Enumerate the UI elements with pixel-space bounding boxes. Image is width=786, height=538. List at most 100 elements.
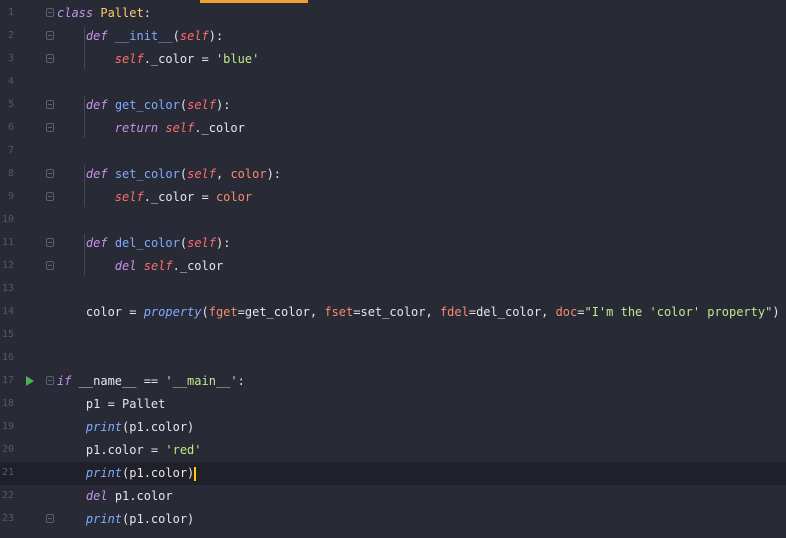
fold-marker-icon[interactable] bbox=[46, 238, 54, 247]
line-number[interactable]: 18 bbox=[0, 398, 14, 409]
code-token: ( bbox=[179, 236, 188, 250]
code-text[interactable]: def __init__(self): bbox=[57, 28, 223, 45]
code-token: (p1.color) bbox=[122, 466, 195, 480]
line-number[interactable]: 23 bbox=[0, 513, 14, 524]
code-line[interactable]: 16 bbox=[0, 347, 786, 370]
code-text[interactable]: return self._color bbox=[57, 120, 245, 137]
line-number[interactable]: 7 bbox=[0, 145, 14, 156]
code-line[interactable]: 2 def __init__(self): bbox=[0, 25, 786, 48]
line-number[interactable]: 5 bbox=[0, 99, 14, 110]
line-number[interactable]: 9 bbox=[0, 191, 14, 202]
code-line[interactable]: 11 def del_color(self): bbox=[0, 232, 786, 255]
code-text[interactable]: color = property(fget=get_color, fset=se… bbox=[57, 304, 780, 321]
fold-marker-icon[interactable] bbox=[46, 514, 54, 523]
code-text[interactable]: print(p1.color) bbox=[57, 465, 197, 482]
code-token: fdel bbox=[439, 305, 469, 319]
code-token: property bbox=[143, 305, 202, 319]
code-line[interactable]: 4 bbox=[0, 71, 786, 94]
line-number[interactable]: 11 bbox=[0, 237, 14, 248]
code-editor[interactable]: 1 class Pallet: 2 def __init__(self): 3 sel… bbox=[0, 0, 786, 538]
line-number[interactable]: 16 bbox=[0, 352, 14, 363]
line-number[interactable]: 19 bbox=[0, 421, 14, 432]
code-token: self bbox=[187, 167, 216, 181]
code-text[interactable]: self._color = color bbox=[57, 189, 252, 206]
code-line[interactable]: 10 bbox=[0, 209, 786, 232]
code-line[interactable]: 15 bbox=[0, 324, 786, 347]
code-text[interactable]: print(p1.color) bbox=[57, 419, 194, 436]
code-text[interactable]: del p1.color bbox=[57, 488, 173, 505]
code-line[interactable]: 13 bbox=[0, 278, 786, 301]
line-number[interactable]: 1 bbox=[0, 7, 14, 18]
fold-marker-icon[interactable] bbox=[46, 100, 54, 109]
code-line[interactable]: 18 p1 = Pallet bbox=[0, 393, 786, 416]
code-token: : bbox=[143, 6, 151, 20]
indent-guide bbox=[84, 165, 85, 207]
fold-marker-icon[interactable] bbox=[46, 261, 54, 270]
line-number[interactable]: 22 bbox=[0, 490, 14, 501]
code-text[interactable]: p1 = Pallet bbox=[57, 396, 165, 413]
code-token: print bbox=[85, 466, 123, 480]
line-number[interactable]: 20 bbox=[0, 444, 14, 455]
run-icon[interactable] bbox=[26, 376, 34, 386]
text-caret bbox=[194, 466, 197, 481]
line-number[interactable]: 12 bbox=[0, 260, 14, 271]
code-text[interactable]: class Pallet: bbox=[57, 5, 151, 22]
code-line[interactable]: 21 print(p1.color) bbox=[0, 462, 786, 485]
code-text[interactable]: p1.color = 'red' bbox=[57, 442, 202, 459]
code-line[interactable]: 12 del self._color bbox=[0, 255, 786, 278]
code-token: p1 = Pallet bbox=[57, 397, 166, 411]
line-number[interactable]: 2 bbox=[0, 30, 14, 41]
fold-marker-icon[interactable] bbox=[46, 8, 54, 17]
code-token: p1.color bbox=[107, 489, 173, 503]
code-line[interactable]: 17 if __name__ == '__main__': bbox=[0, 370, 786, 393]
line-number[interactable]: 3 bbox=[0, 53, 14, 64]
code-token: ): bbox=[266, 167, 282, 181]
code-line[interactable]: 9 self._color = color bbox=[0, 186, 786, 209]
code-text[interactable]: del self._color bbox=[57, 258, 223, 275]
fold-marker-icon[interactable] bbox=[46, 54, 54, 63]
fold-marker-icon[interactable] bbox=[46, 31, 54, 40]
line-number[interactable]: 6 bbox=[0, 122, 14, 133]
code-line[interactable]: 6 return self._color bbox=[0, 117, 786, 140]
code-token: del bbox=[114, 259, 137, 273]
code-line[interactable]: 22 del p1.color bbox=[0, 485, 786, 508]
line-number[interactable]: 8 bbox=[0, 168, 14, 179]
fold-marker-icon[interactable] bbox=[46, 123, 54, 132]
line-number[interactable]: 10 bbox=[0, 214, 14, 225]
code-line[interactable]: 23 print(p1.color) bbox=[0, 508, 786, 531]
code-line[interactable]: 5 def get_color(self): bbox=[0, 94, 786, 117]
code-line[interactable]: 20 p1.color = 'red' bbox=[0, 439, 786, 462]
code-text[interactable]: def set_color(self, color): bbox=[57, 166, 281, 183]
code-line[interactable]: 1 class Pallet: bbox=[0, 2, 786, 25]
fold-marker-icon[interactable] bbox=[46, 169, 54, 178]
line-number[interactable]: 17 bbox=[0, 375, 14, 386]
code-text[interactable]: if __name__ == '__main__': bbox=[57, 373, 245, 390]
code-token: ( bbox=[179, 98, 188, 112]
code-line[interactable]: 3 self._color = 'blue' bbox=[0, 48, 786, 71]
line-number[interactable]: 21 bbox=[0, 467, 14, 478]
code-line[interactable]: 7 bbox=[0, 140, 786, 163]
code-token: __name__ == bbox=[71, 374, 166, 388]
code-token: def bbox=[85, 29, 108, 43]
line-number[interactable]: 15 bbox=[0, 329, 14, 340]
code-line[interactable]: 19 print(p1.color) bbox=[0, 416, 786, 439]
code-text[interactable]: print(p1.color) bbox=[57, 511, 194, 528]
line-number[interactable]: 4 bbox=[0, 76, 14, 87]
code-line[interactable]: 8 def set_color(self, color): bbox=[0, 163, 786, 186]
fold-marker-icon[interactable] bbox=[46, 376, 54, 385]
code-token: 'red' bbox=[165, 443, 202, 457]
code-token: =set_color, bbox=[353, 305, 440, 319]
line-number[interactable]: 13 bbox=[0, 283, 14, 294]
code-line[interactable]: 14 color = property(fget=get_color, fset… bbox=[0, 301, 786, 324]
code-text[interactable]: self._color = 'blue' bbox=[57, 51, 260, 68]
fold-marker-icon[interactable] bbox=[46, 192, 54, 201]
code-token: : bbox=[237, 374, 245, 388]
line-number[interactable]: 14 bbox=[0, 306, 14, 317]
